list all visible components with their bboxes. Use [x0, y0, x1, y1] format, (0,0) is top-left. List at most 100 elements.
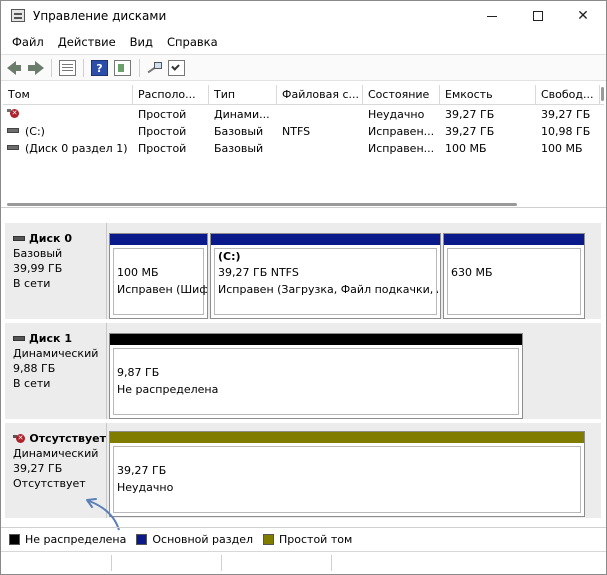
cell-status: Исправен...: [368, 125, 435, 138]
volume-icon: [7, 128, 19, 133]
column-header-capacity[interactable]: Емкость: [440, 85, 536, 105]
forward-button[interactable]: [28, 60, 45, 76]
vertical-scrollbar[interactable]: [601, 87, 604, 101]
volume-list: Том Располо... Тип Файловая с... Состоян…: [3, 85, 604, 203]
cell-type: Базовый: [214, 142, 264, 155]
partition-missing-volume[interactable]: 39,27 ГБ Неудачно: [109, 431, 585, 517]
cell-status: Неудачно: [368, 108, 425, 121]
partition-disk0-3[interactable]: 630 МБ: [443, 233, 585, 319]
disk-name: Диск 0: [29, 232, 72, 245]
minimize-icon: [487, 15, 497, 17]
title-bar: Управление дисками ✕: [1, 1, 606, 31]
disk-management-app-icon: [11, 9, 25, 22]
column-header-layout[interactable]: Располо...: [133, 85, 209, 105]
menu-help[interactable]: Справка: [160, 35, 225, 49]
primary-partition-bar: [110, 234, 207, 245]
disk-type: Динамический: [13, 347, 99, 360]
partition-status: Исправен (Загрузка, Файл подкачки, Ав: [218, 283, 438, 296]
minimize-button[interactable]: [469, 1, 515, 31]
primary-partition-bar: [444, 234, 584, 245]
forward-arrow-icon: [28, 61, 44, 75]
disk-name: Отсутствует: [29, 432, 106, 445]
partition-title: (C:): [218, 250, 241, 263]
partition-disk0-c[interactable]: (C:) 39,27 ГБ NTFS Исправен (Загрузка, Ф…: [210, 233, 441, 319]
column-header-filesystem[interactable]: Файловая с...: [277, 85, 363, 105]
partition-size: 9,87 ГБ: [117, 366, 160, 379]
legend-primary: Основной раздел: [136, 533, 253, 546]
properties-icon[interactable]: [114, 60, 131, 76]
toolbar-separator: [51, 59, 52, 77]
disk-icon: [13, 336, 25, 341]
horizontal-scrollbar[interactable]: [7, 203, 517, 206]
legend-label: Не распределена: [25, 533, 127, 546]
cell-status: Исправен...: [368, 142, 435, 155]
disk-size: 9,88 ГБ: [13, 362, 56, 375]
back-button[interactable]: [7, 60, 24, 76]
primary-partition-bar: [211, 234, 440, 245]
cell-layout: Простой: [138, 125, 187, 138]
partition-size: 39,27 ГБ: [117, 464, 167, 477]
table-row[interactable]: (Диск 0 раздел 1) Простой Базовый Исправ…: [3, 140, 604, 157]
disk-map: Диск 0 Базовый 39,99 ГБ В сети 100 МБ Ис…: [5, 223, 601, 518]
status-bar: [1, 551, 606, 574]
menu-file[interactable]: Файл: [5, 35, 51, 49]
check-icon[interactable]: [168, 60, 185, 76]
connect-icon[interactable]: [146, 60, 163, 76]
disk-status: В сети: [13, 277, 51, 290]
close-icon: ✕: [577, 8, 589, 24]
pane-splitter[interactable]: [1, 207, 606, 221]
help-icon[interactable]: ?: [91, 60, 108, 76]
back-arrow-icon: [7, 61, 21, 75]
table-row[interactable]: Простой Динами... Неудачно 39,27 ГБ 39,2…: [3, 106, 604, 123]
cell-layout: Простой: [138, 108, 187, 121]
partition-size: 100 МБ: [117, 266, 159, 279]
disk-1-label[interactable]: Диск 1 Динамический 9,88 ГБ В сети: [5, 323, 107, 419]
maximize-icon: [533, 11, 543, 21]
cell-volume: (C:): [25, 125, 45, 138]
volume-list-header: Том Располо... Тип Файловая с... Состоян…: [3, 85, 604, 105]
menu-action[interactable]: Действие: [51, 35, 123, 49]
close-button[interactable]: ✕: [560, 1, 606, 31]
volume-icon: [7, 145, 19, 150]
table-row[interactable]: (C:) Простой Базовый NTFS Исправен... 39…: [3, 123, 604, 140]
legend-swatch: [136, 534, 148, 545]
legend-label: Основной раздел: [152, 533, 254, 546]
cell-type: Базовый: [214, 125, 264, 138]
column-header-type[interactable]: Тип: [209, 85, 277, 105]
cell-free: 10,98 ГБ: [541, 125, 591, 138]
column-header-free[interactable]: Свобод...: [536, 85, 600, 105]
cell-filesystem: NTFS: [282, 125, 311, 138]
simple-volume-bar: [110, 432, 584, 443]
partition-size: 39,27 ГБ NTFS: [218, 266, 299, 279]
disk-type: Динамический: [13, 447, 99, 460]
status-separator: [331, 555, 332, 571]
maximize-button[interactable]: [515, 1, 561, 31]
partition-disk1-unallocated[interactable]: 9,87 ГБ Не распределена: [109, 333, 523, 419]
partition-body: [113, 446, 581, 513]
show-list-icon[interactable]: [59, 60, 76, 76]
column-header-status[interactable]: Состояние: [363, 85, 440, 105]
partition-size: 630 МБ: [451, 266, 493, 279]
window-title: Управление дисками: [33, 9, 167, 23]
menu-bar: Файл Действие Вид Справка: [1, 31, 606, 53]
legend-unallocated: Не распределена: [9, 533, 126, 546]
disk-size: 39,27 ГБ: [13, 462, 63, 475]
partition-disk0-1[interactable]: 100 МБ Исправен (Шиф: [109, 233, 208, 319]
toolbar: ?: [1, 54, 606, 81]
disk-name: Диск 1: [29, 332, 72, 345]
cell-capacity: 39,27 ГБ: [445, 108, 495, 121]
partition-body: [447, 248, 581, 315]
disk-size: 39,99 ГБ: [13, 262, 63, 275]
cell-capacity: 100 МБ: [445, 142, 487, 155]
column-header-volume[interactable]: Том: [3, 85, 133, 105]
status-separator: [111, 555, 112, 571]
legend: Не распределена Основной раздел Простой …: [1, 527, 606, 551]
cell-free: 39,27 ГБ: [541, 108, 591, 121]
legend-label: Простой том: [279, 533, 353, 546]
legend-swatch: [9, 534, 20, 545]
cell-type: Динами...: [214, 108, 270, 121]
menu-view[interactable]: Вид: [123, 35, 160, 49]
disk-status: Отсутствует: [13, 477, 86, 490]
disk-0-label[interactable]: Диск 0 Базовый 39,99 ГБ В сети: [5, 223, 107, 319]
legend-simple: Простой том: [263, 533, 352, 546]
